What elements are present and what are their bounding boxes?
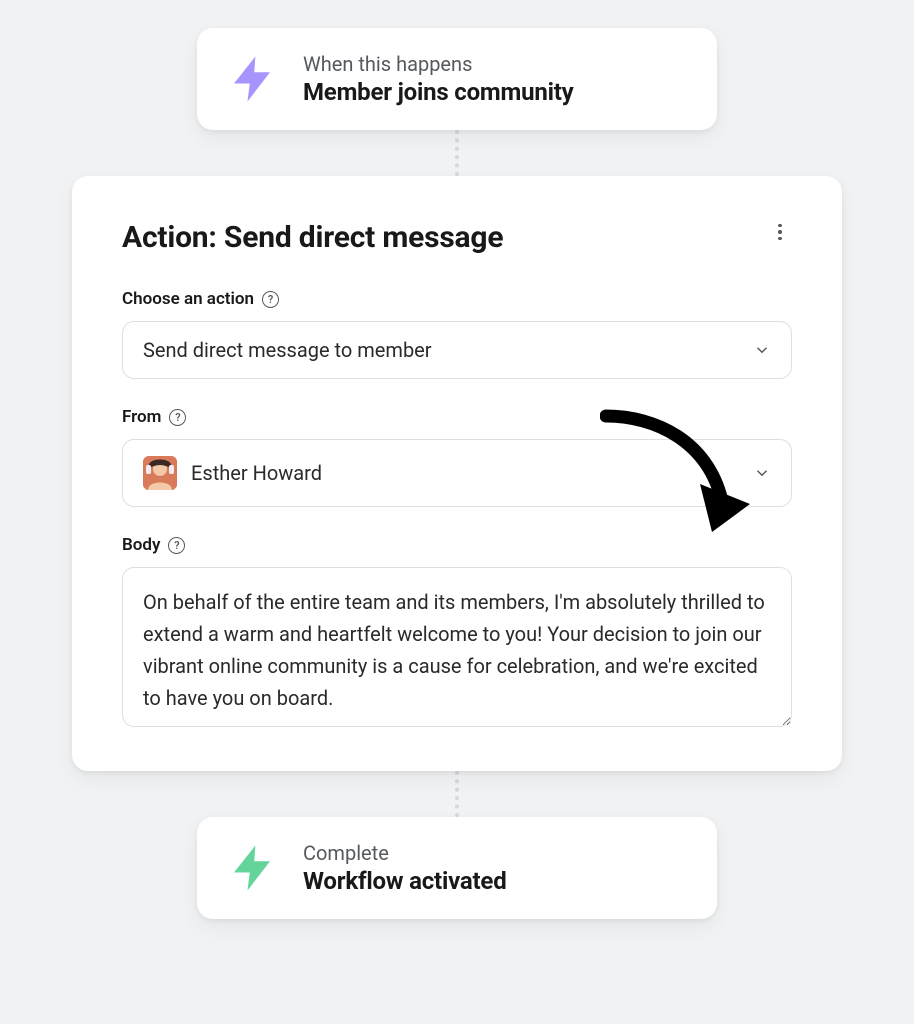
choose-action-label: Choose an action: [122, 289, 254, 309]
body-textarea[interactable]: [122, 567, 792, 727]
trigger-card[interactable]: When this happens Member joins community: [197, 28, 717, 130]
choose-action-field: Choose an action ? Send direct message t…: [122, 289, 792, 379]
more-icon[interactable]: [768, 220, 792, 244]
body-label: Body: [122, 535, 160, 555]
complete-text: Complete Workflow activated: [303, 841, 507, 895]
trigger-text: When this happens Member joins community: [303, 52, 574, 106]
help-icon[interactable]: ?: [262, 291, 279, 308]
choose-action-value: Send direct message to member: [143, 338, 432, 362]
action-title: Action: Send direct message: [122, 220, 503, 255]
complete-card[interactable]: Complete Workflow activated: [197, 817, 717, 919]
from-select[interactable]: Esther Howard: [122, 439, 792, 507]
avatar: [143, 456, 177, 490]
workflow-canvas: When this happens Member joins community…: [0, 0, 914, 1024]
bolt-icon: [225, 841, 279, 895]
complete-label: Complete: [303, 841, 507, 865]
chevron-down-icon: [753, 464, 771, 482]
help-icon[interactable]: ?: [168, 537, 185, 554]
from-label: From: [122, 407, 161, 427]
bolt-icon: [225, 52, 279, 106]
choose-action-select[interactable]: Send direct message to member: [122, 321, 792, 379]
body-field: Body ?: [122, 535, 792, 731]
help-icon[interactable]: ?: [169, 409, 186, 426]
trigger-label: When this happens: [303, 52, 574, 76]
trigger-value: Member joins community: [303, 78, 574, 106]
action-card: Action: Send direct message Choose an ac…: [72, 176, 842, 771]
connector-line: [455, 771, 459, 817]
complete-value: Workflow activated: [303, 867, 507, 895]
connector-line: [455, 130, 459, 176]
from-value: Esther Howard: [191, 461, 322, 485]
from-field: From ? Esther Howard: [122, 407, 792, 507]
chevron-down-icon: [753, 341, 771, 359]
